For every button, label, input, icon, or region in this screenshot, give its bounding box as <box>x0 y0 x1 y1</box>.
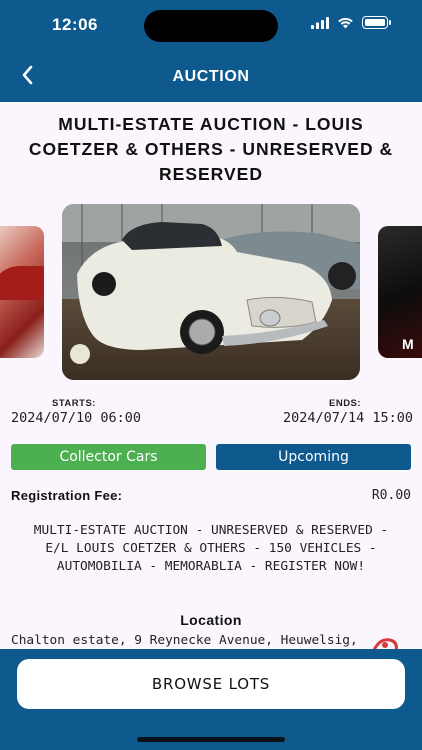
home-indicator[interactable] <box>137 737 285 742</box>
status-icons <box>311 16 391 29</box>
registration-fee-value: R0.00 <box>371 488 411 503</box>
wifi-icon <box>338 17 353 28</box>
header-bar: 12:06 AUCTION <box>0 0 422 102</box>
signal-icon <box>311 16 329 29</box>
browse-lots-button[interactable]: BROWSE LOTS <box>17 659 405 709</box>
map-pin-icon[interactable] <box>370 636 400 650</box>
dynamic-island <box>144 10 278 42</box>
ends-value: 2024/07/14 15:00 <box>283 410 414 426</box>
registration-fee-label: Registration Fee: <box>11 488 123 503</box>
location-address[interactable]: Chalton estate, 9 Reynecke Avenue, Heuwe… <box>11 633 358 648</box>
car-photo <box>62 204 360 380</box>
category-badge: Collector Cars <box>11 444 206 470</box>
carousel-image-previous[interactable] <box>0 226 44 358</box>
carousel-image-next[interactable]: M <box>378 226 422 358</box>
image-carousel[interactable]: M <box>0 204 422 380</box>
nav-title: AUCTION <box>172 68 250 85</box>
battery-icon <box>362 16 391 29</box>
starts-label: STARTS: <box>52 398 96 409</box>
status-time: 12:06 <box>52 15 98 34</box>
status-badge: Upcoming <box>216 444 411 470</box>
ends-label: ENDS: <box>329 398 362 409</box>
auction-title: MULTI-ESTATE AUCTION - LOUIS COETZER & O… <box>28 114 394 184</box>
auction-description: MULTI-ESTATE AUCTION - UNRESERVED & RESE… <box>33 523 389 574</box>
carousel-image-main[interactable] <box>62 204 360 380</box>
starts-value: 2024/07/10 06:00 <box>11 410 142 426</box>
carousel-next-mark: M <box>402 336 414 352</box>
location-heading: Location <box>180 612 242 628</box>
